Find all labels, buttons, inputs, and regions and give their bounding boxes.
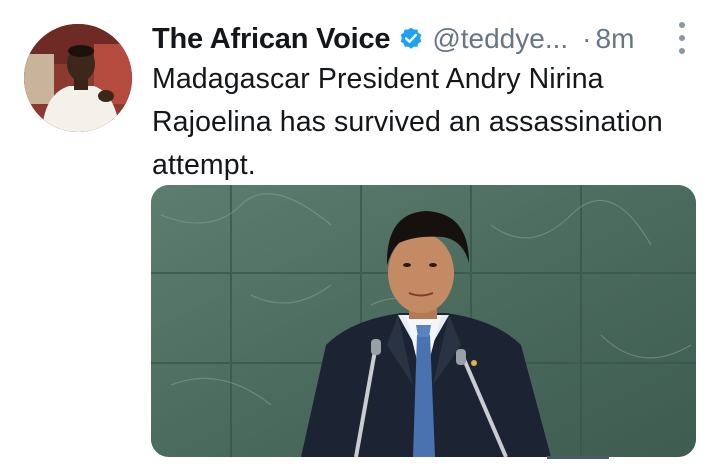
more-dot — [679, 35, 685, 41]
avatar[interactable] — [24, 24, 132, 132]
more-dot — [679, 48, 685, 54]
tweet-timestamp[interactable]: 8m — [596, 23, 635, 55]
header-separator: · — [582, 23, 592, 54]
tweet[interactable]: The African Voice @teddye... · 8m Madaga… — [0, 0, 720, 476]
more-dot — [679, 22, 685, 28]
tweet-text: Madagascar President Andry Nirina Rajoel… — [152, 63, 663, 181]
verified-badge-icon — [398, 26, 424, 52]
scroll-indicator — [547, 456, 609, 459]
author-handle[interactable]: @teddye... — [432, 23, 568, 55]
tweet-header: The African Voice @teddye... · 8m — [152, 18, 702, 60]
more-options-icon[interactable] — [674, 22, 690, 54]
author-display-name[interactable]: The African Voice — [152, 23, 391, 56]
tweet-media-photo[interactable] — [151, 185, 696, 457]
